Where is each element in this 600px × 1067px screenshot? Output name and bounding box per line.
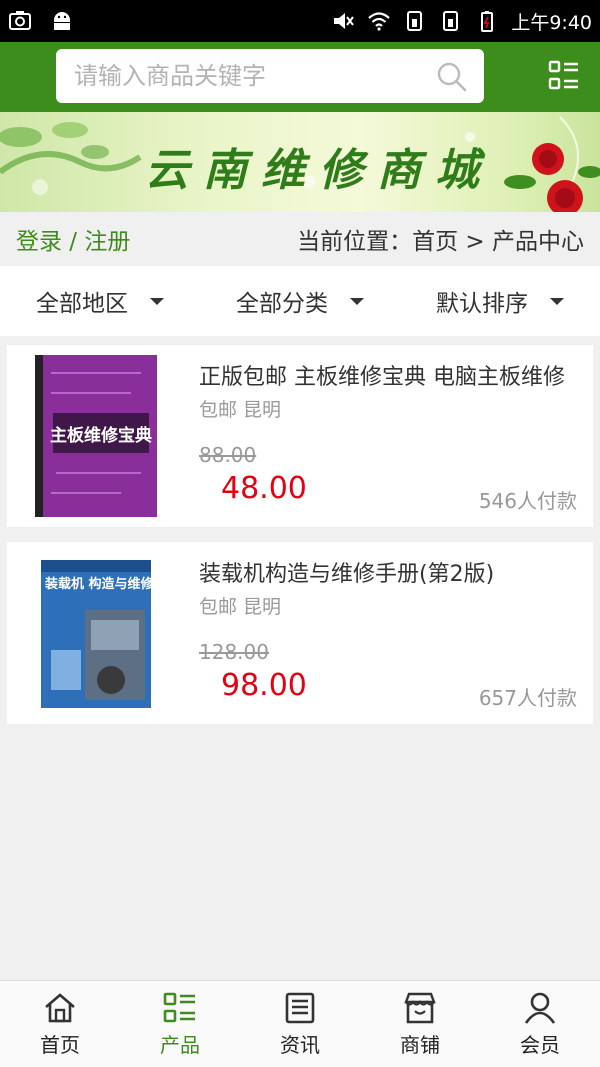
- filter-category[interactable]: 全部分类: [200, 266, 400, 336]
- product-tags: 包邮 昆明: [199, 596, 282, 618]
- caret-down-icon: [550, 297, 564, 305]
- sale-price: 48.00: [221, 471, 307, 506]
- nav-products[interactable]: 产品: [120, 981, 240, 1067]
- nav-shop[interactable]: 商铺: [360, 981, 480, 1067]
- news-icon: [285, 992, 315, 1024]
- member-icon: [524, 992, 556, 1024]
- product-card[interactable]: 主板维修宝典 正版包邮 主板维修宝典 电脑主板维修 包邮 昆明 88.00 48…: [7, 345, 593, 527]
- nav-shop-label: 商铺: [400, 1033, 440, 1057]
- product-image[interactable]: 主板维修宝典: [31, 353, 161, 519]
- nav-home[interactable]: 首页: [0, 981, 120, 1067]
- book-cover-title: 装载机 构造与维修手册: [44, 576, 161, 592]
- filter-sort-label: 默认排序: [436, 291, 528, 317]
- sale-price: 98.00: [221, 668, 307, 703]
- search-input[interactable]: [56, 49, 416, 103]
- breadcrumb: 当前位置：首页 > 产品中心: [297, 229, 584, 255]
- bottom-nav: 首页 产品 资讯 商铺 会员: [0, 980, 600, 1067]
- top-header: [0, 42, 600, 112]
- filter-region-label: 全部地区: [36, 291, 128, 317]
- filter-region[interactable]: 全部地区: [0, 266, 200, 336]
- search-icon[interactable]: [436, 61, 468, 93]
- product-image[interactable]: 装载机 构造与维修手册: [31, 550, 161, 716]
- screenshot-icon: [9, 11, 31, 30]
- paid-count: 657人付款: [478, 686, 577, 710]
- breadcrumb-bar: 登录 / 注册 当前位置：首页 > 产品中心: [0, 212, 600, 266]
- search-box[interactable]: [56, 49, 484, 103]
- home-icon: [45, 993, 75, 1023]
- android-icon: [54, 12, 70, 30]
- nav-member-label: 会员: [520, 1033, 560, 1057]
- login-register-link[interactable]: 登录 / 注册: [16, 222, 130, 256]
- sim2-signal-icon: [443, 11, 459, 31]
- product-title[interactable]: 正版包邮 主板维修宝典 电脑主板维修: [199, 359, 569, 391]
- product-tags: 包邮 昆明: [199, 399, 282, 421]
- banner: 云南维修商城: [0, 112, 600, 212]
- mute-icon: [334, 13, 355, 29]
- caret-down-icon: [350, 297, 364, 305]
- wifi-icon: [368, 12, 391, 31]
- book-cover-title: 主板维修宝典: [50, 425, 152, 446]
- caret-down-icon: [150, 297, 164, 305]
- category-menu-icon[interactable]: [548, 60, 580, 92]
- original-price: 128.00: [199, 640, 269, 664]
- paid-count: 546人付款: [478, 489, 577, 513]
- nav-home-label: 首页: [40, 1033, 80, 1057]
- filter-bar: 全部地区 全部分类 默认排序: [0, 266, 600, 336]
- original-price: 88.00: [199, 443, 257, 467]
- product-list-icon: [163, 992, 195, 1023]
- nav-products-label: 产品: [160, 1033, 200, 1057]
- battery-icon: [481, 11, 494, 32]
- status-bar: 上午9:40: [0, 0, 600, 42]
- product-title[interactable]: 装载机构造与维修手册(第2版): [199, 556, 569, 588]
- sim1-signal-icon: [407, 11, 423, 31]
- product-card[interactable]: 装载机 构造与维修手册 装载机构造与维修手册(第2版) 包邮 昆明 128.00…: [7, 542, 593, 724]
- filter-sort[interactable]: 默认排序: [400, 266, 600, 336]
- nav-member[interactable]: 会员: [480, 981, 600, 1067]
- status-time: 上午9:40: [511, 11, 592, 34]
- filter-category-label: 全部分类: [236, 291, 328, 317]
- nav-news-label: 资讯: [280, 1033, 320, 1057]
- shop-icon: [404, 992, 436, 1024]
- banner-title: 云南维修商城: [145, 145, 493, 196]
- nav-news[interactable]: 资讯: [240, 981, 360, 1067]
- rose-image: [504, 143, 600, 212]
